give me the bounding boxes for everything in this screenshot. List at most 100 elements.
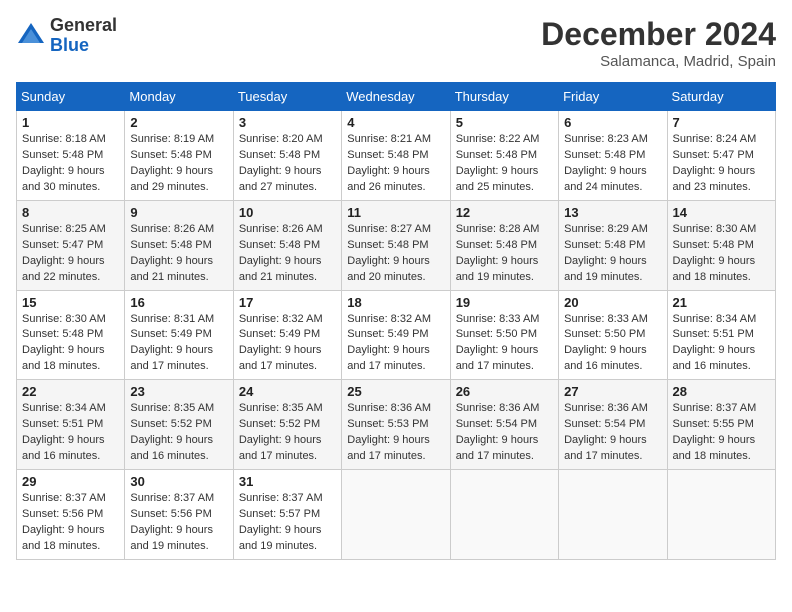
day-number: 5 xyxy=(456,115,553,130)
calendar-cell: 10 Sunrise: 8:26 AMSunset: 5:48 PMDaylig… xyxy=(233,200,341,290)
calendar-cell: 9 Sunrise: 8:26 AMSunset: 5:48 PMDayligh… xyxy=(125,200,233,290)
calendar-cell xyxy=(667,470,775,560)
logo-text: General Blue xyxy=(50,16,117,56)
day-number: 18 xyxy=(347,295,444,310)
day-info: Sunrise: 8:32 AMSunset: 5:49 PMDaylight:… xyxy=(347,312,444,376)
day-number: 19 xyxy=(456,295,553,310)
day-info: Sunrise: 8:27 AMSunset: 5:48 PMDaylight:… xyxy=(347,222,444,286)
day-number: 10 xyxy=(239,205,336,220)
calendar-header-row: SundayMondayTuesdayWednesdayThursdayFrid… xyxy=(17,83,776,111)
day-info: Sunrise: 8:30 AMSunset: 5:48 PMDaylight:… xyxy=(22,312,119,376)
day-number: 27 xyxy=(564,384,661,399)
logo: General Blue xyxy=(16,16,117,56)
logo-blue: Blue xyxy=(50,35,89,55)
calendar-cell: 24 Sunrise: 8:35 AMSunset: 5:52 PMDaylig… xyxy=(233,380,341,470)
calendar-cell: 27 Sunrise: 8:36 AMSunset: 5:54 PMDaylig… xyxy=(559,380,667,470)
day-number: 7 xyxy=(673,115,770,130)
day-number: 3 xyxy=(239,115,336,130)
calendar-cell xyxy=(559,470,667,560)
calendar-cell: 1 Sunrise: 8:18 AMSunset: 5:48 PMDayligh… xyxy=(17,111,125,201)
day-number: 30 xyxy=(130,474,227,489)
day-info: Sunrise: 8:33 AMSunset: 5:50 PMDaylight:… xyxy=(456,312,553,376)
day-number: 17 xyxy=(239,295,336,310)
calendar-week-row: 8 Sunrise: 8:25 AMSunset: 5:47 PMDayligh… xyxy=(17,200,776,290)
day-number: 8 xyxy=(22,205,119,220)
day-number: 25 xyxy=(347,384,444,399)
calendar-cell: 23 Sunrise: 8:35 AMSunset: 5:52 PMDaylig… xyxy=(125,380,233,470)
day-info: Sunrise: 8:18 AMSunset: 5:48 PMDaylight:… xyxy=(22,132,119,196)
day-info: Sunrise: 8:29 AMSunset: 5:48 PMDaylight:… xyxy=(564,222,661,286)
calendar-cell: 19 Sunrise: 8:33 AMSunset: 5:50 PMDaylig… xyxy=(450,290,558,380)
calendar-day-header: Friday xyxy=(559,83,667,111)
month-title: December 2024 xyxy=(541,16,776,53)
calendar-day-header: Wednesday xyxy=(342,83,450,111)
calendar-cell: 28 Sunrise: 8:37 AMSunset: 5:55 PMDaylig… xyxy=(667,380,775,470)
day-number: 12 xyxy=(456,205,553,220)
day-info: Sunrise: 8:31 AMSunset: 5:49 PMDaylight:… xyxy=(130,312,227,376)
calendar-cell: 7 Sunrise: 8:24 AMSunset: 5:47 PMDayligh… xyxy=(667,111,775,201)
calendar-cell: 21 Sunrise: 8:34 AMSunset: 5:51 PMDaylig… xyxy=(667,290,775,380)
day-number: 16 xyxy=(130,295,227,310)
calendar-cell: 30 Sunrise: 8:37 AMSunset: 5:56 PMDaylig… xyxy=(125,470,233,560)
calendar-cell: 16 Sunrise: 8:31 AMSunset: 5:49 PMDaylig… xyxy=(125,290,233,380)
calendar-cell xyxy=(342,470,450,560)
page-header: General Blue December 2024 Salamanca, Ma… xyxy=(16,16,776,70)
day-number: 4 xyxy=(347,115,444,130)
day-info: Sunrise: 8:36 AMSunset: 5:54 PMDaylight:… xyxy=(564,401,661,465)
title-block: December 2024 Salamanca, Madrid, Spain xyxy=(541,16,776,70)
day-number: 26 xyxy=(456,384,553,399)
day-info: Sunrise: 8:33 AMSunset: 5:50 PMDaylight:… xyxy=(564,312,661,376)
calendar-cell: 26 Sunrise: 8:36 AMSunset: 5:54 PMDaylig… xyxy=(450,380,558,470)
day-info: Sunrise: 8:35 AMSunset: 5:52 PMDaylight:… xyxy=(130,401,227,465)
calendar-day-header: Sunday xyxy=(17,83,125,111)
day-info: Sunrise: 8:37 AMSunset: 5:56 PMDaylight:… xyxy=(22,491,119,555)
calendar-cell: 22 Sunrise: 8:34 AMSunset: 5:51 PMDaylig… xyxy=(17,380,125,470)
day-info: Sunrise: 8:34 AMSunset: 5:51 PMDaylight:… xyxy=(22,401,119,465)
day-info: Sunrise: 8:32 AMSunset: 5:49 PMDaylight:… xyxy=(239,312,336,376)
day-info: Sunrise: 8:34 AMSunset: 5:51 PMDaylight:… xyxy=(673,312,770,376)
calendar-cell: 25 Sunrise: 8:36 AMSunset: 5:53 PMDaylig… xyxy=(342,380,450,470)
day-info: Sunrise: 8:25 AMSunset: 5:47 PMDaylight:… xyxy=(22,222,119,286)
calendar-week-row: 1 Sunrise: 8:18 AMSunset: 5:48 PMDayligh… xyxy=(17,111,776,201)
calendar-week-row: 15 Sunrise: 8:30 AMSunset: 5:48 PMDaylig… xyxy=(17,290,776,380)
calendar-cell: 6 Sunrise: 8:23 AMSunset: 5:48 PMDayligh… xyxy=(559,111,667,201)
location: Salamanca, Madrid, Spain xyxy=(541,53,776,70)
calendar-cell: 11 Sunrise: 8:27 AMSunset: 5:48 PMDaylig… xyxy=(342,200,450,290)
calendar-cell: 3 Sunrise: 8:20 AMSunset: 5:48 PMDayligh… xyxy=(233,111,341,201)
calendar-cell: 5 Sunrise: 8:22 AMSunset: 5:48 PMDayligh… xyxy=(450,111,558,201)
day-info: Sunrise: 8:36 AMSunset: 5:53 PMDaylight:… xyxy=(347,401,444,465)
day-info: Sunrise: 8:36 AMSunset: 5:54 PMDaylight:… xyxy=(456,401,553,465)
day-number: 13 xyxy=(564,205,661,220)
day-number: 29 xyxy=(22,474,119,489)
day-number: 21 xyxy=(673,295,770,310)
calendar-cell: 14 Sunrise: 8:30 AMSunset: 5:48 PMDaylig… xyxy=(667,200,775,290)
day-info: Sunrise: 8:35 AMSunset: 5:52 PMDaylight:… xyxy=(239,401,336,465)
calendar-cell xyxy=(450,470,558,560)
calendar-cell: 17 Sunrise: 8:32 AMSunset: 5:49 PMDaylig… xyxy=(233,290,341,380)
calendar-cell: 15 Sunrise: 8:30 AMSunset: 5:48 PMDaylig… xyxy=(17,290,125,380)
day-number: 24 xyxy=(239,384,336,399)
calendar-cell: 8 Sunrise: 8:25 AMSunset: 5:47 PMDayligh… xyxy=(17,200,125,290)
calendar-week-row: 29 Sunrise: 8:37 AMSunset: 5:56 PMDaylig… xyxy=(17,470,776,560)
day-number: 23 xyxy=(130,384,227,399)
day-number: 28 xyxy=(673,384,770,399)
day-number: 2 xyxy=(130,115,227,130)
calendar-day-header: Thursday xyxy=(450,83,558,111)
day-info: Sunrise: 8:37 AMSunset: 5:57 PMDaylight:… xyxy=(239,491,336,555)
day-info: Sunrise: 8:37 AMSunset: 5:56 PMDaylight:… xyxy=(130,491,227,555)
day-info: Sunrise: 8:37 AMSunset: 5:55 PMDaylight:… xyxy=(673,401,770,465)
calendar-body: 1 Sunrise: 8:18 AMSunset: 5:48 PMDayligh… xyxy=(17,111,776,560)
calendar-cell: 13 Sunrise: 8:29 AMSunset: 5:48 PMDaylig… xyxy=(559,200,667,290)
day-info: Sunrise: 8:23 AMSunset: 5:48 PMDaylight:… xyxy=(564,132,661,196)
calendar-cell: 2 Sunrise: 8:19 AMSunset: 5:48 PMDayligh… xyxy=(125,111,233,201)
calendar-day-header: Tuesday xyxy=(233,83,341,111)
day-info: Sunrise: 8:21 AMSunset: 5:48 PMDaylight:… xyxy=(347,132,444,196)
calendar-cell: 31 Sunrise: 8:37 AMSunset: 5:57 PMDaylig… xyxy=(233,470,341,560)
calendar-cell: 4 Sunrise: 8:21 AMSunset: 5:48 PMDayligh… xyxy=(342,111,450,201)
day-info: Sunrise: 8:28 AMSunset: 5:48 PMDaylight:… xyxy=(456,222,553,286)
day-number: 1 xyxy=(22,115,119,130)
logo-general: General xyxy=(50,15,117,35)
calendar-week-row: 22 Sunrise: 8:34 AMSunset: 5:51 PMDaylig… xyxy=(17,380,776,470)
day-info: Sunrise: 8:30 AMSunset: 5:48 PMDaylight:… xyxy=(673,222,770,286)
calendar-day-header: Monday xyxy=(125,83,233,111)
